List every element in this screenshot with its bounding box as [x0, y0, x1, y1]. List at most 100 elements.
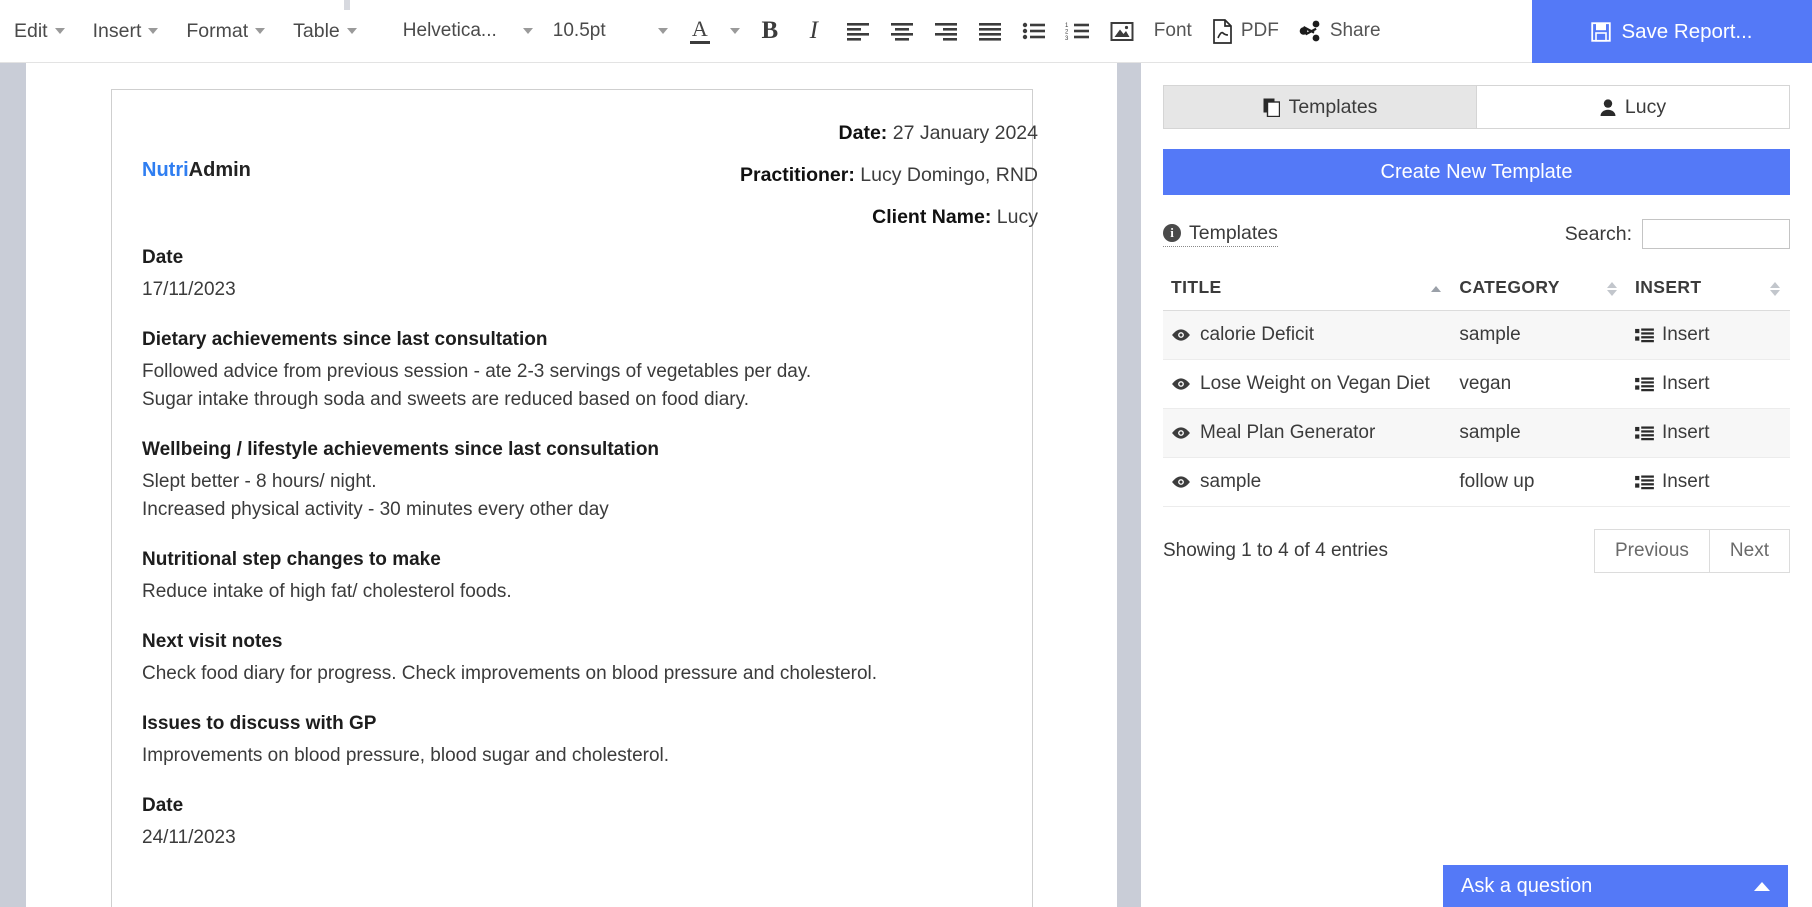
insert-list-icon	[1635, 327, 1654, 342]
cell-title[interactable]: sample	[1163, 457, 1452, 507]
tab-lucy-label: Lucy	[1624, 95, 1667, 118]
numbered-list-button[interactable]: 1 2 3	[1056, 10, 1100, 52]
meta-practitioner: Practitioner: Lucy Domingo, RND	[740, 154, 1038, 196]
table-row[interactable]: Lose Weight on Vegan Diet vegan Insert	[1163, 359, 1790, 409]
user-icon	[1600, 98, 1616, 116]
align-left-icon	[846, 23, 869, 41]
section-heading: Date	[142, 247, 184, 268]
meta-date: Date: 27 January 2024	[740, 112, 1038, 154]
next-button[interactable]: Next	[1709, 529, 1790, 573]
table-row[interactable]: Meal Plan Generator sample Insert	[1163, 408, 1790, 458]
create-new-template-button[interactable]: Create New Template	[1163, 149, 1790, 195]
document-editor[interactable]: NutriAdmin Date: 27 January 2024 Practit…	[0, 63, 1141, 907]
menu-format[interactable]: Format	[172, 14, 279, 49]
table-footer: Showing 1 to 4 of 4 entries Previous Nex…	[1163, 529, 1790, 573]
column-title[interactable]: TITLE	[1163, 267, 1452, 311]
document-section: Date 24/11/2023	[142, 792, 1006, 852]
save-report-button[interactable]: Save Report...	[1532, 0, 1812, 63]
text-color-dropdown[interactable]	[722, 10, 748, 52]
font-button[interactable]: Font	[1144, 10, 1202, 52]
sort-ascending-icon	[1431, 285, 1442, 292]
tab-templates[interactable]: Templates	[1163, 85, 1477, 129]
bullet-list-button[interactable]	[1012, 10, 1056, 52]
align-right-icon	[934, 23, 957, 41]
font-button-label: Font	[1153, 20, 1192, 41]
template-title: Meal Plan Generator	[1200, 422, 1376, 443]
cell-insert[interactable]: Insert	[1626, 359, 1790, 409]
cell-title[interactable]: Lose Weight on Vegan Diet	[1163, 359, 1452, 409]
cell-insert[interactable]: Insert	[1626, 408, 1790, 458]
menu-format-label: Format	[186, 19, 249, 42]
bold-button[interactable]: B	[748, 10, 792, 52]
chevron-down-icon	[54, 28, 65, 34]
cell-title[interactable]: Meal Plan Generator	[1163, 408, 1452, 458]
ruler-tick	[344, 0, 350, 10]
section-heading: Date	[142, 795, 184, 816]
insert-list-icon	[1635, 474, 1654, 489]
templates-table: TITLE CATEGORY INSERT calorie Deficit sam…	[1163, 267, 1790, 507]
font-family-select[interactable]: Helvetica...	[393, 14, 543, 48]
text-color-button[interactable]: A	[678, 10, 722, 52]
document-page[interactable]: NutriAdmin Date: 27 January 2024 Practit…	[111, 89, 1038, 907]
chevron-up-icon	[1754, 881, 1770, 891]
menu-edit[interactable]: Edit	[0, 14, 79, 49]
cell-insert[interactable]: Insert	[1626, 310, 1790, 360]
insert-list-icon	[1635, 425, 1654, 440]
editor-right-gutter	[1117, 63, 1141, 907]
meta-date-label: Date:	[838, 122, 888, 144]
templates-info-label: Templates	[1189, 221, 1278, 244]
cell-category: sample	[1451, 408, 1627, 458]
search-input[interactable]	[1642, 219, 1790, 249]
align-center-button[interactable]	[880, 10, 924, 52]
menu-table[interactable]: Table	[279, 14, 371, 49]
table-row[interactable]: calorie Deficit sample Insert	[1163, 310, 1790, 360]
save-report-label: Save Report...	[1621, 19, 1753, 43]
menu-insert-label: Insert	[92, 19, 142, 42]
nutriadmin-logo: NutriAdmin	[142, 159, 251, 182]
share-button[interactable]: Share	[1289, 10, 1391, 52]
templates-table-head: TITLE CATEGORY INSERT	[1163, 267, 1790, 311]
section-line: Check food diary for progress. Check imp…	[142, 663, 878, 684]
templates-panel: Templates Lucy Create New Template i Tem…	[1141, 63, 1812, 907]
section-line: 17/11/2023	[142, 279, 236, 300]
cell-title[interactable]: calorie Deficit	[1163, 310, 1452, 360]
font-family-value: Helvetica...	[402, 20, 497, 41]
search-label: Search:	[1564, 222, 1632, 245]
info-icon: i	[1163, 224, 1181, 242]
cell-insert[interactable]: Insert	[1626, 457, 1790, 507]
bullet-list-icon	[1022, 22, 1045, 40]
font-size-select[interactable]: 10.5pt	[543, 14, 678, 48]
section-line: Slept better - 8 hours/ night.	[142, 471, 377, 492]
bold-icon: B	[761, 17, 779, 44]
section-heading: Wellbeing / lifestyle achievements since…	[142, 439, 660, 460]
menu-insert[interactable]: Insert	[79, 14, 173, 49]
section-line: Increased physical activity - 30 minutes…	[142, 499, 609, 520]
document-body[interactable]: Date 17/11/2023 Dietary achievements since…	[138, 244, 1006, 852]
chevron-down-icon	[729, 28, 740, 34]
section-heading: Next visit notes	[142, 631, 283, 652]
insert-image-button[interactable]	[1100, 10, 1144, 52]
section-heading: Nutritional step changes to make	[142, 549, 441, 570]
ask-a-question-bar[interactable]: Ask a question	[1443, 865, 1788, 907]
text-color-bar	[689, 41, 710, 44]
editor-left-gutter	[0, 63, 26, 907]
insert-label: Insert	[1661, 471, 1710, 492]
templates-info-link[interactable]: i Templates	[1163, 222, 1278, 247]
insert-label: Insert	[1661, 324, 1710, 345]
align-left-button[interactable]	[836, 10, 880, 52]
previous-button[interactable]: Previous	[1594, 529, 1710, 573]
meta-practitioner-value: Lucy Domingo, RND	[860, 164, 1038, 186]
align-right-button[interactable]	[924, 10, 968, 52]
column-category[interactable]: CATEGORY	[1451, 267, 1627, 311]
italic-button[interactable]: I	[792, 10, 836, 52]
tab-lucy[interactable]: Lucy	[1477, 85, 1790, 129]
pdf-label: PDF	[1240, 20, 1279, 41]
font-size-value: 10.5pt	[552, 20, 606, 41]
pdf-button[interactable]: PDF	[1202, 10, 1289, 52]
align-justify-button[interactable]	[968, 10, 1012, 52]
svg-text:3: 3	[1065, 36, 1069, 41]
insert-list-icon	[1635, 376, 1654, 391]
table-row[interactable]: sample follow up Insert	[1163, 457, 1790, 507]
menu-edit-label: Edit	[14, 19, 48, 42]
column-insert[interactable]: INSERT	[1626, 267, 1790, 311]
